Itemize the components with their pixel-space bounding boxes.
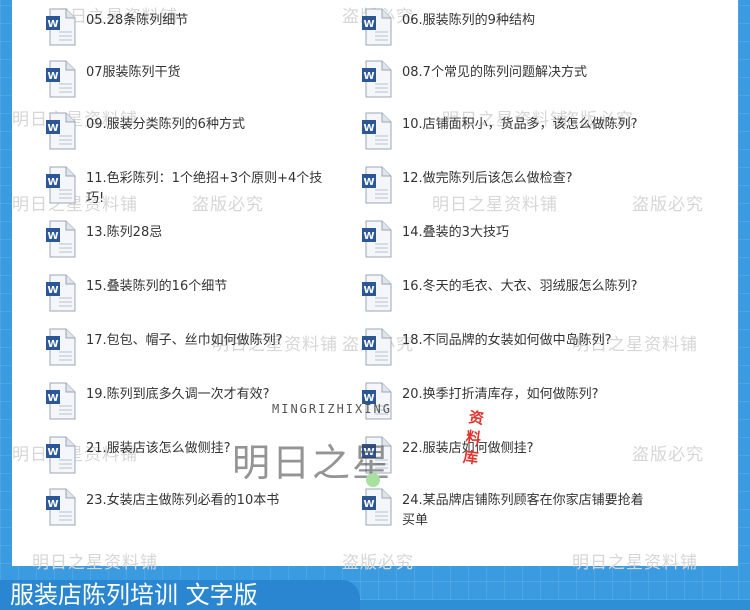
word-doc-icon: W — [362, 220, 392, 258]
file-item[interactable]: W 18.不同品牌的女装如何做中岛陈列? — [362, 328, 652, 366]
file-item[interactable]: W 14.叠装的3大技巧 — [362, 220, 652, 258]
file-name: 06.服装陈列的9种结构 — [402, 13, 535, 28]
file-item[interactable]: W 08.7个常见的陈列问题解决方式 — [362, 60, 652, 98]
svg-text:W: W — [363, 19, 374, 30]
word-doc-icon: W — [362, 274, 392, 312]
logo-english-text: MINGRIZHIXING — [272, 402, 392, 416]
file-name: 23.女装店主做陈列必看的10本书 — [86, 493, 280, 508]
file-name: 18.不同品牌的女装如何做中岛陈列? — [402, 333, 612, 348]
word-doc-icon: W — [362, 112, 392, 150]
word-doc-icon: W — [362, 328, 392, 366]
word-doc-icon: W — [362, 166, 392, 204]
file-item[interactable]: W 07服装陈列干货 — [46, 60, 336, 98]
file-name: 09.服装分类陈列的6种方式 — [86, 117, 245, 132]
word-doc-icon: W — [362, 60, 392, 98]
word-doc-icon: W — [46, 436, 76, 474]
svg-text:W: W — [363, 177, 374, 188]
word-doc-icon: W — [362, 8, 392, 46]
word-doc-icon: W — [46, 488, 76, 526]
file-name: 05.28条陈列细节 — [86, 13, 189, 28]
word-doc-icon: W — [46, 8, 76, 46]
file-item[interactable]: W 12.做完陈列后该怎么做检查? — [362, 166, 652, 204]
svg-text:W: W — [363, 71, 374, 82]
file-item[interactable]: W 24.某品牌店铺陈列顾客在你家店铺要抢着买单 — [362, 488, 652, 531]
file-name: 11.色彩陈列：1个绝招+3个原则+4个技巧! — [86, 171, 323, 206]
file-item[interactable]: W 22.服装店如何做侧挂? — [362, 436, 652, 474]
svg-text:W: W — [47, 71, 58, 82]
word-doc-icon: W — [46, 220, 76, 258]
word-doc-icon: W — [46, 166, 76, 204]
file-name: 08.7个常见的陈列问题解决方式 — [402, 65, 587, 80]
svg-text:W: W — [47, 285, 58, 296]
file-item[interactable]: W 11.色彩陈列：1个绝招+3个原则+4个技巧! — [46, 166, 336, 209]
file-item[interactable]: W 17.包包、帽子、丝巾如何做陈列? — [46, 328, 336, 366]
logo-dot — [366, 473, 380, 487]
svg-text:W: W — [363, 231, 374, 242]
file-item[interactable]: W 10.店铺面积小，货品多，该怎么做陈列? — [362, 112, 652, 150]
svg-text:W: W — [363, 285, 374, 296]
file-name: 12.做完陈列后该怎么做检查? — [402, 171, 573, 186]
svg-text:W: W — [363, 499, 374, 510]
svg-text:W: W — [363, 123, 374, 134]
file-name: 13.陈列28忌 — [86, 225, 163, 240]
file-item[interactable]: W 23.女装店主做陈列必看的10本书 — [46, 488, 336, 526]
file-name: 07服装陈列干货 — [86, 65, 181, 80]
svg-text:W: W — [47, 339, 58, 350]
footer-title: 服装店陈列培训 文字版 — [0, 580, 360, 610]
file-name: 16.冬天的毛衣、大衣、羽绒服怎么陈列? — [402, 279, 638, 294]
svg-text:W: W — [47, 177, 58, 188]
svg-text:W: W — [47, 393, 58, 404]
file-item[interactable]: W 15.叠装陈列的16个细节 — [46, 274, 336, 312]
file-name: 19.陈列到底多久调一次才有效? — [86, 387, 270, 402]
word-doc-icon: W — [46, 328, 76, 366]
file-name: 24.某品牌店铺陈列顾客在你家店铺要抢着买单 — [402, 493, 644, 528]
svg-text:W: W — [47, 231, 58, 242]
file-name: 15.叠装陈列的16个细节 — [86, 279, 228, 294]
file-name: 20.换季打折清库存，如何做陈列? — [402, 387, 599, 402]
word-doc-icon: W — [46, 60, 76, 98]
file-name: 14.叠装的3大技巧 — [402, 225, 509, 240]
word-doc-icon: W — [46, 382, 76, 420]
word-doc-icon: W — [46, 112, 76, 150]
svg-text:W: W — [47, 499, 58, 510]
file-name: 10.店铺面积小，货品多，该怎么做陈列? — [402, 117, 638, 132]
file-name: 21.服装店该怎么做侧挂? — [86, 441, 231, 456]
file-item[interactable]: W 05.28条陈列细节 — [46, 8, 336, 46]
svg-text:W: W — [47, 447, 58, 458]
svg-text:W: W — [47, 123, 58, 134]
file-item[interactable]: W 20.换季打折清库存，如何做陈列? — [362, 382, 652, 420]
file-item[interactable]: W 16.冬天的毛衣、大衣、羽绒服怎么陈列? — [362, 274, 652, 312]
svg-text:W: W — [47, 19, 58, 30]
file-item[interactable]: W 06.服装陈列的9种结构 — [362, 8, 652, 46]
word-doc-icon: W — [362, 488, 392, 526]
file-name: 17.包包、帽子、丝巾如何做陈列? — [86, 333, 283, 348]
svg-text:W: W — [363, 339, 374, 350]
word-doc-icon: W — [46, 274, 76, 312]
file-item[interactable]: W 09.服装分类陈列的6种方式 — [46, 112, 336, 150]
file-item[interactable]: W 13.陈列28忌 — [46, 220, 336, 258]
